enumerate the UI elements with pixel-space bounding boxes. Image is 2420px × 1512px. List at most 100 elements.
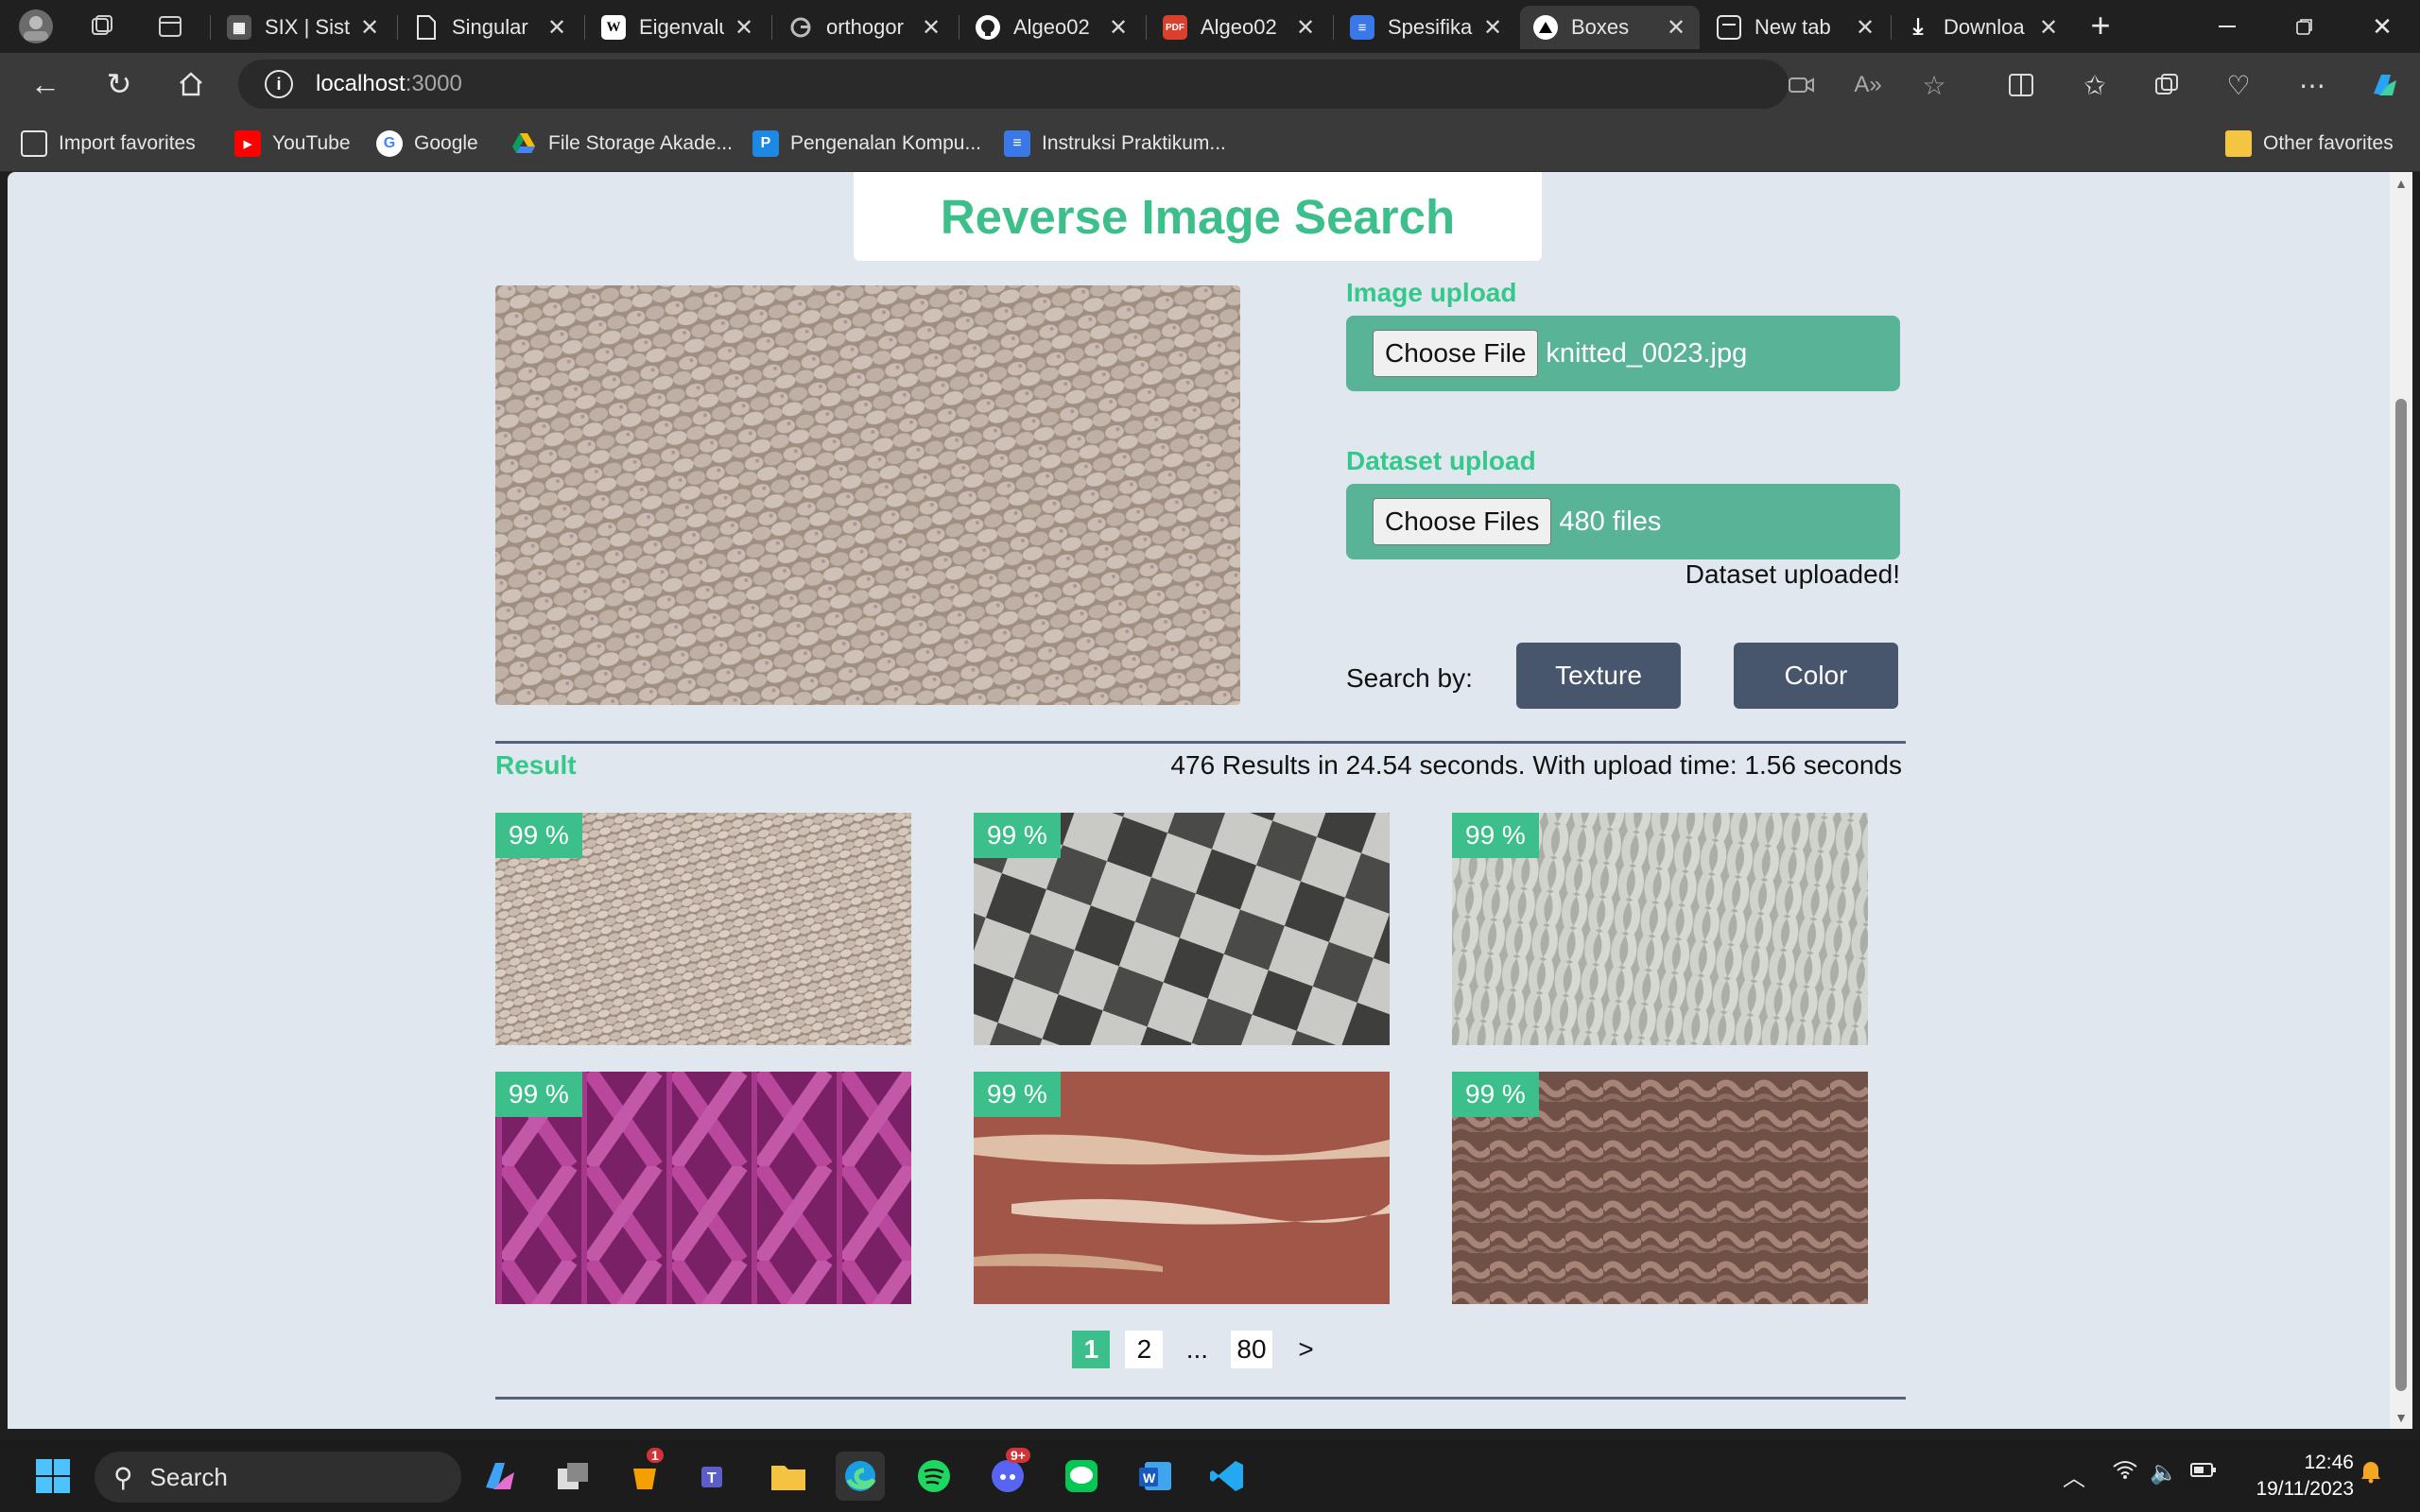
- task-view-icon[interactable]: [548, 1452, 597, 1501]
- result-item[interactable]: 99 %: [1452, 813, 1868, 1045]
- tab-orthogonal[interactable]: orthogor ✕: [775, 6, 955, 49]
- favorites-list-icon[interactable]: ✩: [2074, 64, 2116, 106]
- spotify-icon[interactable]: [909, 1452, 959, 1501]
- edge-icon[interactable]: [836, 1452, 885, 1501]
- close-tab-icon[interactable]: ✕: [2038, 14, 2059, 42]
- close-tab-icon[interactable]: ✕: [1855, 14, 1876, 42]
- new-tab-button[interactable]: +: [2082, 8, 2119, 45]
- result-item[interactable]: 99 %: [974, 1072, 1390, 1304]
- google-link[interactable]: G Google: [376, 129, 478, 159]
- result-item[interactable]: 99 %: [974, 813, 1390, 1045]
- page-scrollbar[interactable]: ▲ ▼: [2390, 172, 2412, 1429]
- document-icon: [414, 15, 439, 40]
- pagination: 1 2 ... 80 >: [8, 1331, 2390, 1368]
- tab-six[interactable]: ▦ SIX | Siste ✕: [214, 6, 393, 49]
- clock-date: 19/11/2023: [2256, 1478, 2354, 1500]
- read-aloud-icon[interactable]: A»: [1847, 64, 1889, 106]
- tab-spesifikasi[interactable]: ≡ Spesifika ✕: [1337, 6, 1516, 49]
- close-tab-icon[interactable]: ✕: [1482, 14, 1503, 42]
- notification-badge: 9+: [1006, 1448, 1030, 1463]
- tab-pdf-algeo[interactable]: PDF Algeo02 ✕: [1150, 6, 1329, 49]
- file-storage-link[interactable]: File Storage Akade...: [510, 129, 733, 159]
- copilot-preview-icon[interactable]: [475, 1452, 524, 1501]
- close-tab-icon[interactable]: ✕: [734, 14, 754, 42]
- tray-overflow-icon[interactable]: ︿: [2063, 1459, 2085, 1492]
- profile-avatar[interactable]: [17, 8, 55, 45]
- close-tab-icon[interactable]: ✕: [921, 14, 942, 42]
- line-icon[interactable]: [1057, 1452, 1106, 1501]
- p-logo-icon: P: [752, 130, 779, 157]
- tab-new-tab[interactable]: New tab ✕: [1703, 6, 1889, 49]
- start-icon[interactable]: [28, 1452, 78, 1501]
- file-explorer-icon[interactable]: [764, 1452, 813, 1501]
- choose-file-button[interactable]: Choose File: [1373, 330, 1539, 377]
- workspaces-icon[interactable]: [83, 8, 121, 45]
- similarity-badge: 99 %: [974, 1072, 1061, 1117]
- back-icon[interactable]: ←: [25, 63, 66, 105]
- import-favorites-link[interactable]: Import favorites: [21, 129, 196, 159]
- notification-bell-icon[interactable]: [2360, 1459, 2382, 1490]
- battery-icon[interactable]: [2189, 1459, 2218, 1486]
- scrollbar-thumb[interactable]: [2395, 399, 2407, 1391]
- page-button-last[interactable]: 80: [1231, 1331, 1272, 1368]
- instruksi-link[interactable]: ≡ Instruksi Praktikum...: [1004, 129, 1226, 159]
- youtube-link[interactable]: ▶ YouTube: [234, 129, 351, 159]
- url-field[interactable]: i localhost:3000: [238, 60, 1789, 109]
- svg-text:T: T: [707, 1470, 717, 1486]
- refresh-icon[interactable]: ↻: [98, 63, 140, 105]
- similarity-badge: 99 %: [1452, 1072, 1539, 1117]
- google-icon: [788, 15, 813, 40]
- page-button-current[interactable]: 1: [1072, 1331, 1111, 1368]
- split-screen-icon[interactable]: [2000, 64, 2042, 106]
- collections-icon[interactable]: [2146, 64, 2187, 106]
- more-menu-icon[interactable]: ⋯: [2291, 64, 2333, 106]
- similarity-badge: 99 %: [974, 813, 1061, 858]
- favorite-star-icon[interactable]: ☆: [1913, 64, 1955, 106]
- tab-downloads[interactable]: ⤓ Downloa ✕: [1893, 6, 2072, 49]
- browser-essentials-icon[interactable]: ♡: [2218, 64, 2259, 106]
- title-card: Reverse Image Search: [854, 172, 1542, 261]
- pengenalan-link[interactable]: P Pengenalan Kompu...: [752, 129, 981, 159]
- tab-eigenvalue[interactable]: W Eigenvalu ✕: [588, 6, 768, 49]
- close-tab-icon[interactable]: ✕: [1666, 14, 1686, 42]
- result-item[interactable]: 99 %: [495, 1072, 911, 1304]
- tab-singular[interactable]: Singular ✕: [401, 6, 580, 49]
- close-window-icon[interactable]: ✕: [2348, 0, 2416, 53]
- choose-files-button[interactable]: Choose Files: [1373, 498, 1552, 545]
- taskbar-search[interactable]: ⚲ Search: [95, 1452, 461, 1503]
- tab-actions-icon[interactable]: [151, 8, 189, 45]
- divider: [495, 1397, 1906, 1400]
- wifi-icon[interactable]: [2112, 1459, 2138, 1486]
- volume-icon[interactable]: 🔈: [2150, 1459, 2178, 1486]
- home-icon[interactable]: [170, 63, 212, 105]
- page-button[interactable]: 2: [1125, 1331, 1164, 1368]
- restore-icon[interactable]: [2271, 0, 2339, 53]
- result-item[interactable]: 99 %: [1452, 1072, 1868, 1304]
- camera-icon[interactable]: [1781, 64, 1823, 106]
- color-button[interactable]: Color: [1734, 643, 1898, 709]
- close-tab-icon[interactable]: ✕: [359, 14, 380, 42]
- google-icon: G: [376, 130, 403, 157]
- import-icon: [21, 130, 47, 157]
- taskbar-clock[interactable]: 12:46 19/11/2023: [2256, 1450, 2354, 1503]
- vscode-icon[interactable]: [1202, 1452, 1252, 1501]
- word-icon[interactable]: W: [1131, 1452, 1180, 1501]
- scroll-up-icon[interactable]: ▲: [2390, 176, 2412, 191]
- close-tab-icon[interactable]: ✕: [1295, 14, 1316, 42]
- close-tab-icon[interactable]: ✕: [546, 14, 567, 42]
- minimize-icon[interactable]: [2193, 0, 2261, 53]
- close-tab-icon[interactable]: ✕: [1108, 14, 1129, 42]
- teams-icon[interactable]: T: [690, 1452, 739, 1501]
- tab-boxes[interactable]: Boxes ✕: [1520, 6, 1700, 49]
- tab-github-algeo[interactable]: Algeo02 ✕: [962, 6, 1142, 49]
- other-favorites-link[interactable]: Other favorites: [2225, 129, 2394, 159]
- site-info-icon[interactable]: i: [265, 70, 293, 98]
- texture-button[interactable]: Texture: [1516, 643, 1681, 709]
- youtube-icon: ▶: [234, 130, 261, 157]
- copilot-icon[interactable]: [2363, 64, 2405, 106]
- next-page-button[interactable]: >: [1288, 1331, 1325, 1368]
- result-item[interactable]: 99 %: [495, 813, 911, 1045]
- scroll-down-icon[interactable]: ▼: [2390, 1410, 2412, 1425]
- dataset-upload-label: Dataset upload: [1346, 446, 1536, 475]
- svg-text:W: W: [1143, 1470, 1156, 1486]
